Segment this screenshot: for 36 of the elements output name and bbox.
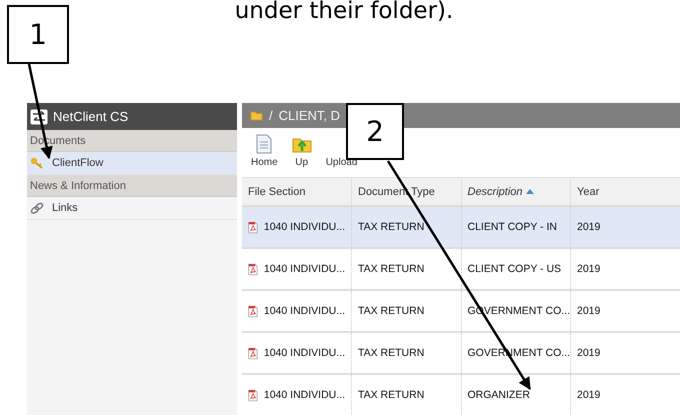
sidebar-item[interactable]: Links bbox=[27, 197, 237, 220]
table-cell: TAX RETURN bbox=[352, 248, 461, 290]
toolbar-button[interactable]: Upload bbox=[326, 157, 358, 168]
toolbar-button[interactable]: Home bbox=[251, 134, 278, 168]
table-cell: 2019 bbox=[570, 374, 680, 415]
column-header[interactable]: File Section bbox=[242, 178, 352, 206]
table-cell: 1040 INDIVIDU... bbox=[264, 305, 345, 317]
column-header[interactable]: Description bbox=[461, 178, 570, 206]
table-cell: 1040 INDIVIDU... bbox=[264, 389, 345, 401]
section-heading: News & Information bbox=[27, 175, 237, 197]
table-cell: TAX RETURN bbox=[352, 206, 461, 248]
callout-number: 1 bbox=[7, 5, 69, 64]
table-cell: 1040 INDIVIDU... bbox=[264, 263, 345, 275]
table-cell: TAX RETURN bbox=[352, 332, 461, 374]
table-cell: TAX RETURN bbox=[352, 290, 461, 332]
table-cell: 2019 bbox=[570, 290, 680, 332]
path-separator: / bbox=[269, 108, 273, 124]
table-cell: ORGANIZER bbox=[461, 374, 570, 415]
table-cell: 1040 INDIVIDU... bbox=[264, 221, 345, 233]
table-row[interactable]: 1040 INDIVIDU... TAX RETURN ORGANIZER 2019 bbox=[242, 374, 680, 415]
table-cell: CLIENT COPY - IN bbox=[461, 206, 570, 248]
table-cell: 2019 bbox=[570, 332, 680, 374]
table-cell: 2019 bbox=[570, 206, 680, 248]
table-row[interactable]: 1040 INDIVIDU... TAX RETURN CLIENT COPY - US 2019 bbox=[242, 248, 680, 290]
caption-text: under their folder). bbox=[234, 0, 454, 26]
path-text: CLIENT, D bbox=[278, 108, 340, 124]
table-cell: TAX RETURN bbox=[352, 374, 461, 415]
table-cell: 1040 INDIVIDU... bbox=[264, 347, 345, 359]
table-cell: CLIENT COPY - US bbox=[461, 248, 570, 290]
toolbar-button[interactable]: Up bbox=[292, 134, 312, 168]
table-cell: 2019 bbox=[570, 248, 680, 290]
app-title: NetClient CS bbox=[53, 109, 128, 124]
column-header[interactable]: Year bbox=[570, 178, 680, 206]
callout-number: 2 bbox=[346, 103, 404, 160]
sidebar-item[interactable]: ClientFlow bbox=[27, 152, 237, 175]
table-row[interactable]: 1040 INDIVIDU... TAX RETURN CLIENT COPY - IN 2019 bbox=[242, 206, 680, 248]
